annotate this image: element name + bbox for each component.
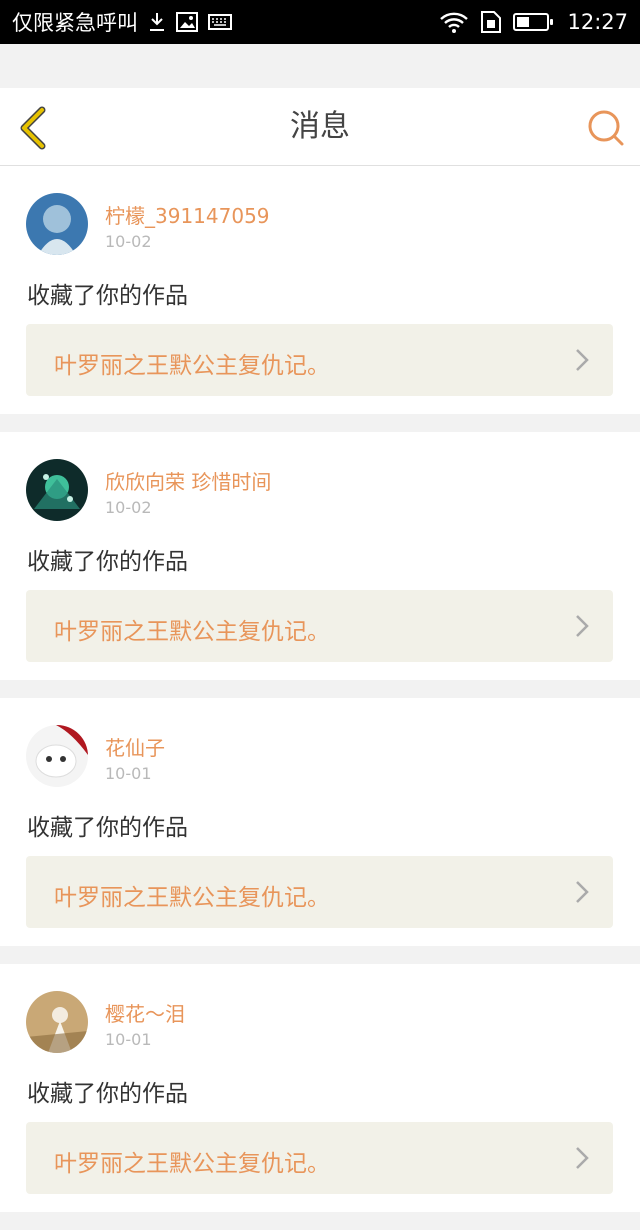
chevron-right-icon: [576, 1147, 589, 1169]
avatar[interactable]: [26, 193, 88, 255]
top-spacer: [0, 44, 640, 88]
chevron-right-icon: [576, 349, 589, 371]
image-icon: [176, 12, 198, 32]
work-link[interactable]: 叶罗丽之王默公主复仇记。: [26, 590, 613, 662]
chevron-right-icon: [576, 881, 589, 903]
message-card: 樱花～泪 10-01 收藏了你的作品 叶罗丽之王默公主复仇记。: [0, 964, 640, 1212]
work-title: 叶罗丽之王默公主复仇记。: [54, 353, 330, 379]
action-text: 收藏了你的作品: [27, 815, 188, 841]
carrier-text: 仅限紧急呼叫: [12, 11, 138, 35]
message-date: 10-02: [105, 232, 152, 251]
message-list: 柠檬_391147059 10-02 收藏了你的作品 叶罗丽之王默公主复仇记。 …: [0, 166, 640, 1230]
wifi-icon: [439, 11, 469, 33]
clock: 12:27: [567, 10, 628, 34]
avatar[interactable]: [26, 991, 88, 1053]
message-card: 柠檬_391147059 10-02 收藏了你的作品 叶罗丽之王默公主复仇记。: [0, 166, 640, 414]
avatar[interactable]: [26, 725, 88, 787]
user-name[interactable]: 欣欣向荣 珍惜时间: [105, 466, 271, 495]
message-card: 花仙子 10-01 收藏了你的作品 叶罗丽之王默公主复仇记。: [0, 698, 640, 946]
download-icon: [148, 12, 166, 32]
search-button[interactable]: [586, 108, 626, 148]
user-name[interactable]: 花仙子: [105, 732, 165, 761]
action-text: 收藏了你的作品: [27, 283, 188, 309]
user-name[interactable]: 樱花～泪: [105, 998, 185, 1027]
chevron-right-icon: [576, 615, 589, 637]
work-link[interactable]: 叶罗丽之王默公主复仇记。: [26, 324, 613, 396]
message-date: 10-01: [105, 1030, 152, 1049]
work-link[interactable]: 叶罗丽之王默公主复仇记。: [26, 856, 613, 928]
work-link[interactable]: 叶罗丽之王默公主复仇记。: [26, 1122, 613, 1194]
action-text: 收藏了你的作品: [27, 1081, 188, 1107]
work-title: 叶罗丽之王默公主复仇记。: [54, 1151, 330, 1177]
action-text: 收藏了你的作品: [27, 549, 188, 575]
avatar[interactable]: [26, 459, 88, 521]
battery-icon: [513, 13, 554, 31]
page-title: 消息: [290, 109, 350, 144]
search-icon: [588, 110, 624, 146]
work-title: 叶罗丽之王默公主复仇记。: [54, 619, 330, 645]
message-date: 10-02: [105, 498, 152, 517]
title-bar: 消息: [0, 88, 640, 166]
status-bar: 仅限紧急呼叫 12:27: [0, 0, 640, 44]
message-date: 10-01: [105, 764, 152, 783]
work-title: 叶罗丽之王默公主复仇记。: [54, 885, 330, 911]
keyboard-icon: [208, 14, 232, 30]
sim-icon: [481, 11, 502, 33]
user-name[interactable]: 柠檬_391147059: [105, 200, 270, 229]
message-card: 欣欣向荣 珍惜时间 10-02 收藏了你的作品 叶罗丽之王默公主复仇记。: [0, 432, 640, 680]
